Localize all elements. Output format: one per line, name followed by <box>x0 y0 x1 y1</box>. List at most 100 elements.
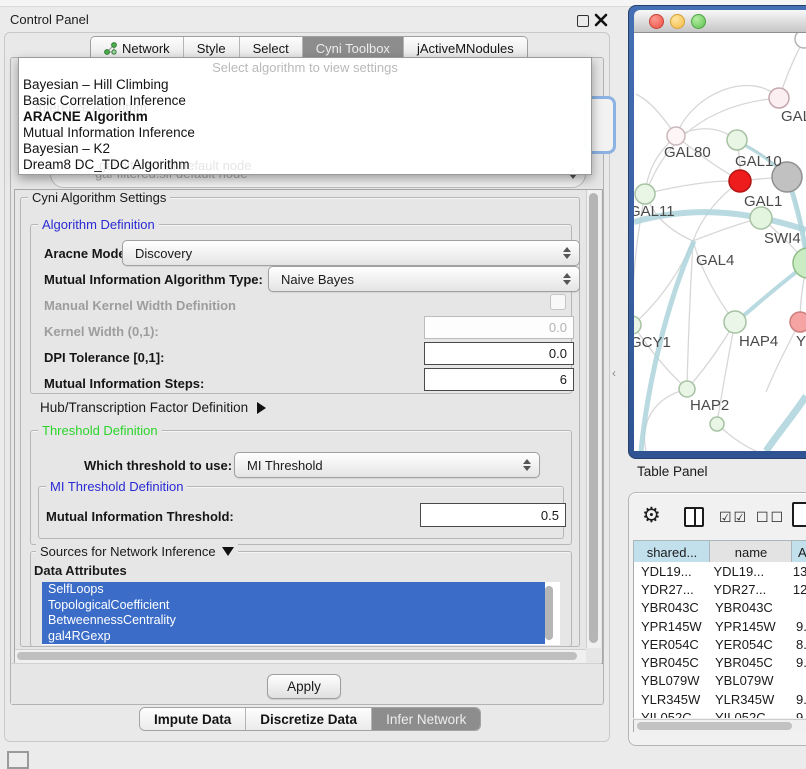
algorithm-option[interactable]: Basic Correlation Inference <box>21 93 589 109</box>
scrollbar-thumb[interactable] <box>17 652 577 660</box>
list-scrollbar-thumb[interactable] <box>545 586 553 640</box>
threshold-definition-title: Threshold Definition <box>38 423 162 438</box>
select-all-checkboxes-icon[interactable]: ☑☑ <box>719 509 748 526</box>
table-row[interactable]: YER054CYER054C8. <box>634 635 806 653</box>
table-cell: 9 <box>792 710 803 718</box>
zoom-traffic-light-icon[interactable] <box>691 14 706 29</box>
network-node[interactable] <box>679 381 695 397</box>
close-traffic-light-icon[interactable] <box>649 14 664 29</box>
table-row[interactable]: YPR145WYPR145W9. <box>634 617 806 635</box>
which-threshold-select[interactable]: MI Threshold <box>234 452 540 478</box>
table-cell: 9. <box>792 655 806 670</box>
mi-steps-field[interactable]: 6 <box>424 368 574 391</box>
network-node[interactable] <box>795 33 806 48</box>
table-cell: YPR145W <box>710 619 792 634</box>
table-row[interactable]: YBR045CYBR045C9. <box>634 653 806 671</box>
tab-select[interactable]: Select <box>240 37 303 59</box>
which-threshold-value: MI Threshold <box>247 458 323 473</box>
network-node-label: GCY1 <box>634 334 671 351</box>
data-attributes-list[interactable]: SelfLoopsTopologicalCoefficientBetweenne… <box>42 582 560 645</box>
network-node-label: HAP2 <box>690 397 729 414</box>
table-row[interactable]: YBR043CYBR043C <box>634 599 806 617</box>
close-icon[interactable] <box>594 13 608 27</box>
network-edge[interactable] <box>688 322 735 388</box>
table-row[interactable]: YDL19...YDL19...13 <box>634 562 806 580</box>
tab-infer-network[interactable]: Infer Network <box>372 708 480 730</box>
algorithm-option[interactable]: Dream8 DC_TDC Algorithm <box>21 157 589 173</box>
minimized-panel-icon[interactable] <box>7 751 29 769</box>
scrollbar-thumb[interactable] <box>637 722 792 730</box>
tab-discretize-data[interactable]: Discretize Data <box>246 708 372 730</box>
attribute-list-item[interactable]: gal4RGexp <box>42 629 545 645</box>
scrollbar-thumb[interactable] <box>589 193 598 643</box>
tab-jactivemnodules[interactable]: jActiveMNodules <box>404 37 527 59</box>
column-header-shared-name[interactable]: shared... <box>633 540 710 564</box>
new-table-document-icon[interactable] <box>792 502 806 527</box>
network-node[interactable] <box>727 130 747 150</box>
algorithm-option[interactable]: Bayesian – Hill Climbing <box>21 77 589 93</box>
table-cell: YER054C <box>710 637 792 652</box>
dpi-tolerance-field[interactable]: 0.0 <box>424 342 574 365</box>
network-node[interactable] <box>729 170 751 192</box>
mi-type-select[interactable]: Naive Bayes <box>268 266 580 292</box>
table-cell: 9. <box>792 619 806 634</box>
data-attributes-label: Data Attributes <box>34 563 127 578</box>
table-cell: YBL079W <box>710 673 792 688</box>
sources-title: Sources for Network Inference <box>40 544 216 559</box>
sources-expander[interactable]: Sources for Network Inference <box>36 544 238 559</box>
dropdown-prompt: Select algorithm to view settings <box>19 60 591 75</box>
network-node[interactable] <box>710 417 724 431</box>
attribute-list-item[interactable]: BetweennessCentrality <box>42 613 545 629</box>
network-node[interactable] <box>750 207 772 229</box>
table-row[interactable]: YLR345WYLR345W9. <box>634 690 806 708</box>
float-panel-icon[interactable] <box>577 15 589 27</box>
minimize-traffic-light-icon[interactable] <box>670 14 685 29</box>
network-node[interactable] <box>724 311 746 333</box>
algorithm-option[interactable]: Mutual Information Inference <box>21 125 589 141</box>
vertical-scrollbar[interactable] <box>586 190 601 648</box>
table-horizontal-scrollbar[interactable] <box>633 719 806 732</box>
network-node[interactable] <box>769 88 789 108</box>
panel-divider-grip[interactable]: ‹ <box>612 366 616 380</box>
column-header-partial[interactable]: A <box>791 540 806 564</box>
kernel-width-value: 0.0 <box>549 320 567 335</box>
collapse-down-triangle-icon <box>222 547 234 556</box>
tab-style[interactable]: Style <box>184 37 240 59</box>
table-row[interactable]: YDR27...YDR27...12 <box>634 580 806 598</box>
column-header-name[interactable]: name <box>709 540 792 564</box>
network-edge[interactable] <box>687 241 693 388</box>
table-cell: 9. <box>792 692 806 707</box>
algorithm-option[interactable]: ARACNE Algorithm <box>21 109 589 125</box>
tab-cyni-toolbox[interactable]: Cyni Toolbox <box>303 37 404 59</box>
hub-definition-expander[interactable]: Hub/Transcription Factor Definition <box>40 400 266 415</box>
deselect-all-checkboxes-icon[interactable]: ☐☐ <box>756 509 785 526</box>
network-node[interactable] <box>635 184 655 204</box>
network-edge[interactable] <box>645 181 739 194</box>
attribute-list-item[interactable]: TopologicalCoefficient <box>42 598 545 614</box>
network-canvas[interactable]: GALGAL80GAL10GAL1GAL11SWI4GAL4GCY1HAP4YH… <box>634 33 806 451</box>
tab-network[interactable]: Network <box>91 37 184 59</box>
network-window-titlebar[interactable] <box>634 10 806 33</box>
mi-steps-label: Mutual Information Steps: <box>44 376 204 391</box>
control-panel-title: Control Panel <box>10 12 89 27</box>
attribute-list-item[interactable]: SelfLoops <box>42 582 545 598</box>
tab-label: Cyni Toolbox <box>316 41 390 56</box>
table-row[interactable]: YBL079WYBL079W <box>634 672 806 690</box>
gear-icon[interactable]: ⚙ <box>642 503 661 528</box>
network-edge[interactable] <box>634 241 693 324</box>
network-node[interactable] <box>790 312 806 332</box>
split-columns-icon[interactable] <box>684 507 704 527</box>
algorithm-option[interactable]: Bayesian – K2 <box>21 141 589 157</box>
aracne-mode-select[interactable]: Discovery <box>122 240 580 266</box>
tab-label: Network <box>122 41 170 56</box>
mi-threshold-field[interactable]: 0.5 <box>420 503 566 527</box>
network-edge-highlighted[interactable] <box>766 396 806 451</box>
manual-kernel-checkbox[interactable] <box>550 294 566 310</box>
network-node[interactable] <box>667 127 685 145</box>
table-cell: YLR345W <box>710 692 792 707</box>
apply-button[interactable]: Apply <box>267 674 341 699</box>
horizontal-scrollbar[interactable] <box>15 649 586 663</box>
tab-impute-data[interactable]: Impute Data <box>140 708 246 730</box>
table-row[interactable]: YIL052CYIL052C9 <box>634 708 806 718</box>
network-edge[interactable] <box>645 389 687 451</box>
